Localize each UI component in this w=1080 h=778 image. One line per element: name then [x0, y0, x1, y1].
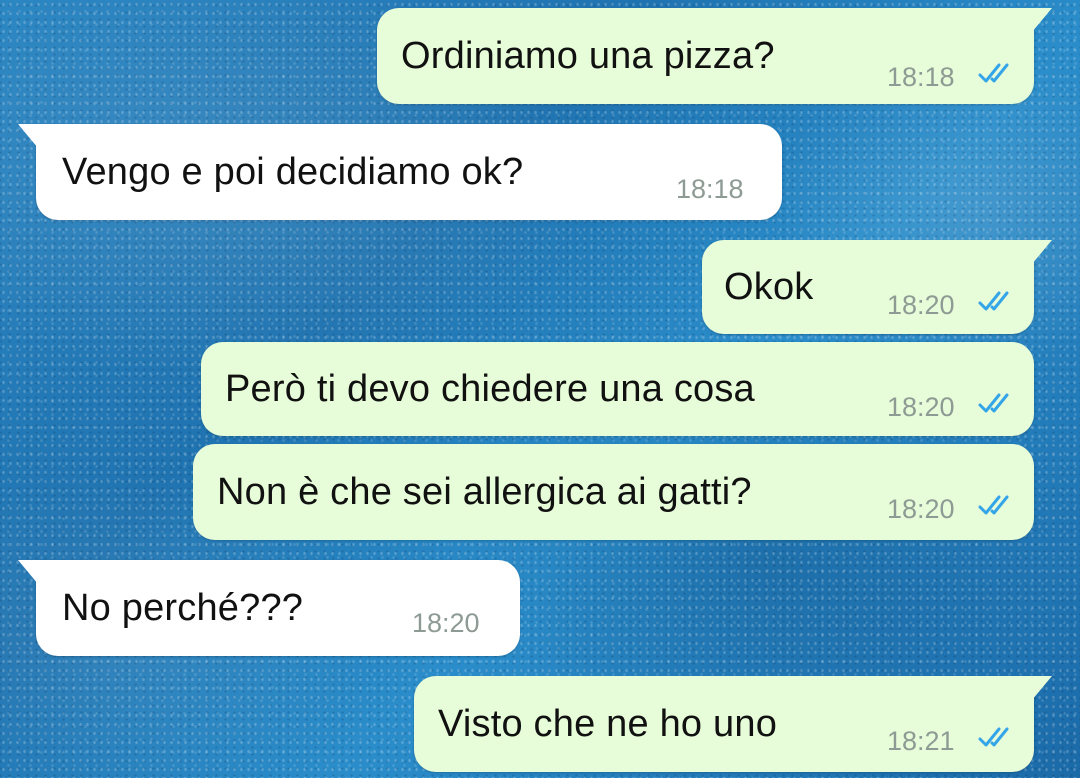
message-time: 18:18	[887, 62, 955, 92]
message-bubble-outgoing[interactable]: Però ti devo chiedere una cosa 18:20	[201, 342, 1034, 436]
double-check-icon	[978, 495, 1009, 515]
message-text: Ordiniamo una pizza?	[401, 34, 775, 77]
message-time: 18:20	[412, 608, 480, 638]
chat-screen: { "chat": { "messages": [ {"direction": …	[0, 0, 1080, 778]
message-time: 18:20	[887, 290, 955, 320]
message-text: Vengo e poi decidiamo ok?	[62, 150, 524, 193]
double-check-icon	[978, 63, 1009, 83]
message-text: Non è che sei allergica ai gatti?	[217, 470, 752, 513]
bubble-tail	[1022, 240, 1052, 265]
message-text: Però ti devo chiedere una cosa	[225, 367, 755, 410]
message-bubble-outgoing[interactable]: Okok 18:20	[702, 240, 1052, 334]
message-bubble-incoming[interactable]: Vengo e poi decidiamo ok? 18:18	[18, 124, 782, 220]
message-text: Okok	[724, 265, 814, 308]
message-time: 18:20	[887, 392, 955, 422]
message-bubble-outgoing[interactable]: Non è che sei allergica ai gatti? 18:20	[193, 444, 1034, 540]
double-check-icon	[978, 727, 1009, 747]
message-text: No perché???	[62, 586, 304, 629]
message-text: Visto che ne ho uno	[438, 702, 778, 745]
message-bubble-outgoing[interactable]: Ordiniamo una pizza? 18:18	[377, 8, 1052, 104]
message-time: 18:21	[887, 726, 955, 756]
message-time: 18:20	[887, 494, 955, 524]
message-time: 18:18	[676, 174, 744, 204]
bubble-tail	[1022, 8, 1052, 33]
double-check-icon	[978, 291, 1009, 311]
bubble-tail	[18, 124, 48, 149]
message-bubble-outgoing[interactable]: Visto che ne ho uno 18:21	[414, 676, 1052, 772]
bubble-tail	[18, 560, 48, 585]
message-bubble-incoming[interactable]: No perché??? 18:20	[18, 560, 520, 656]
double-check-icon	[978, 393, 1009, 413]
bubble-tail	[1022, 676, 1052, 701]
